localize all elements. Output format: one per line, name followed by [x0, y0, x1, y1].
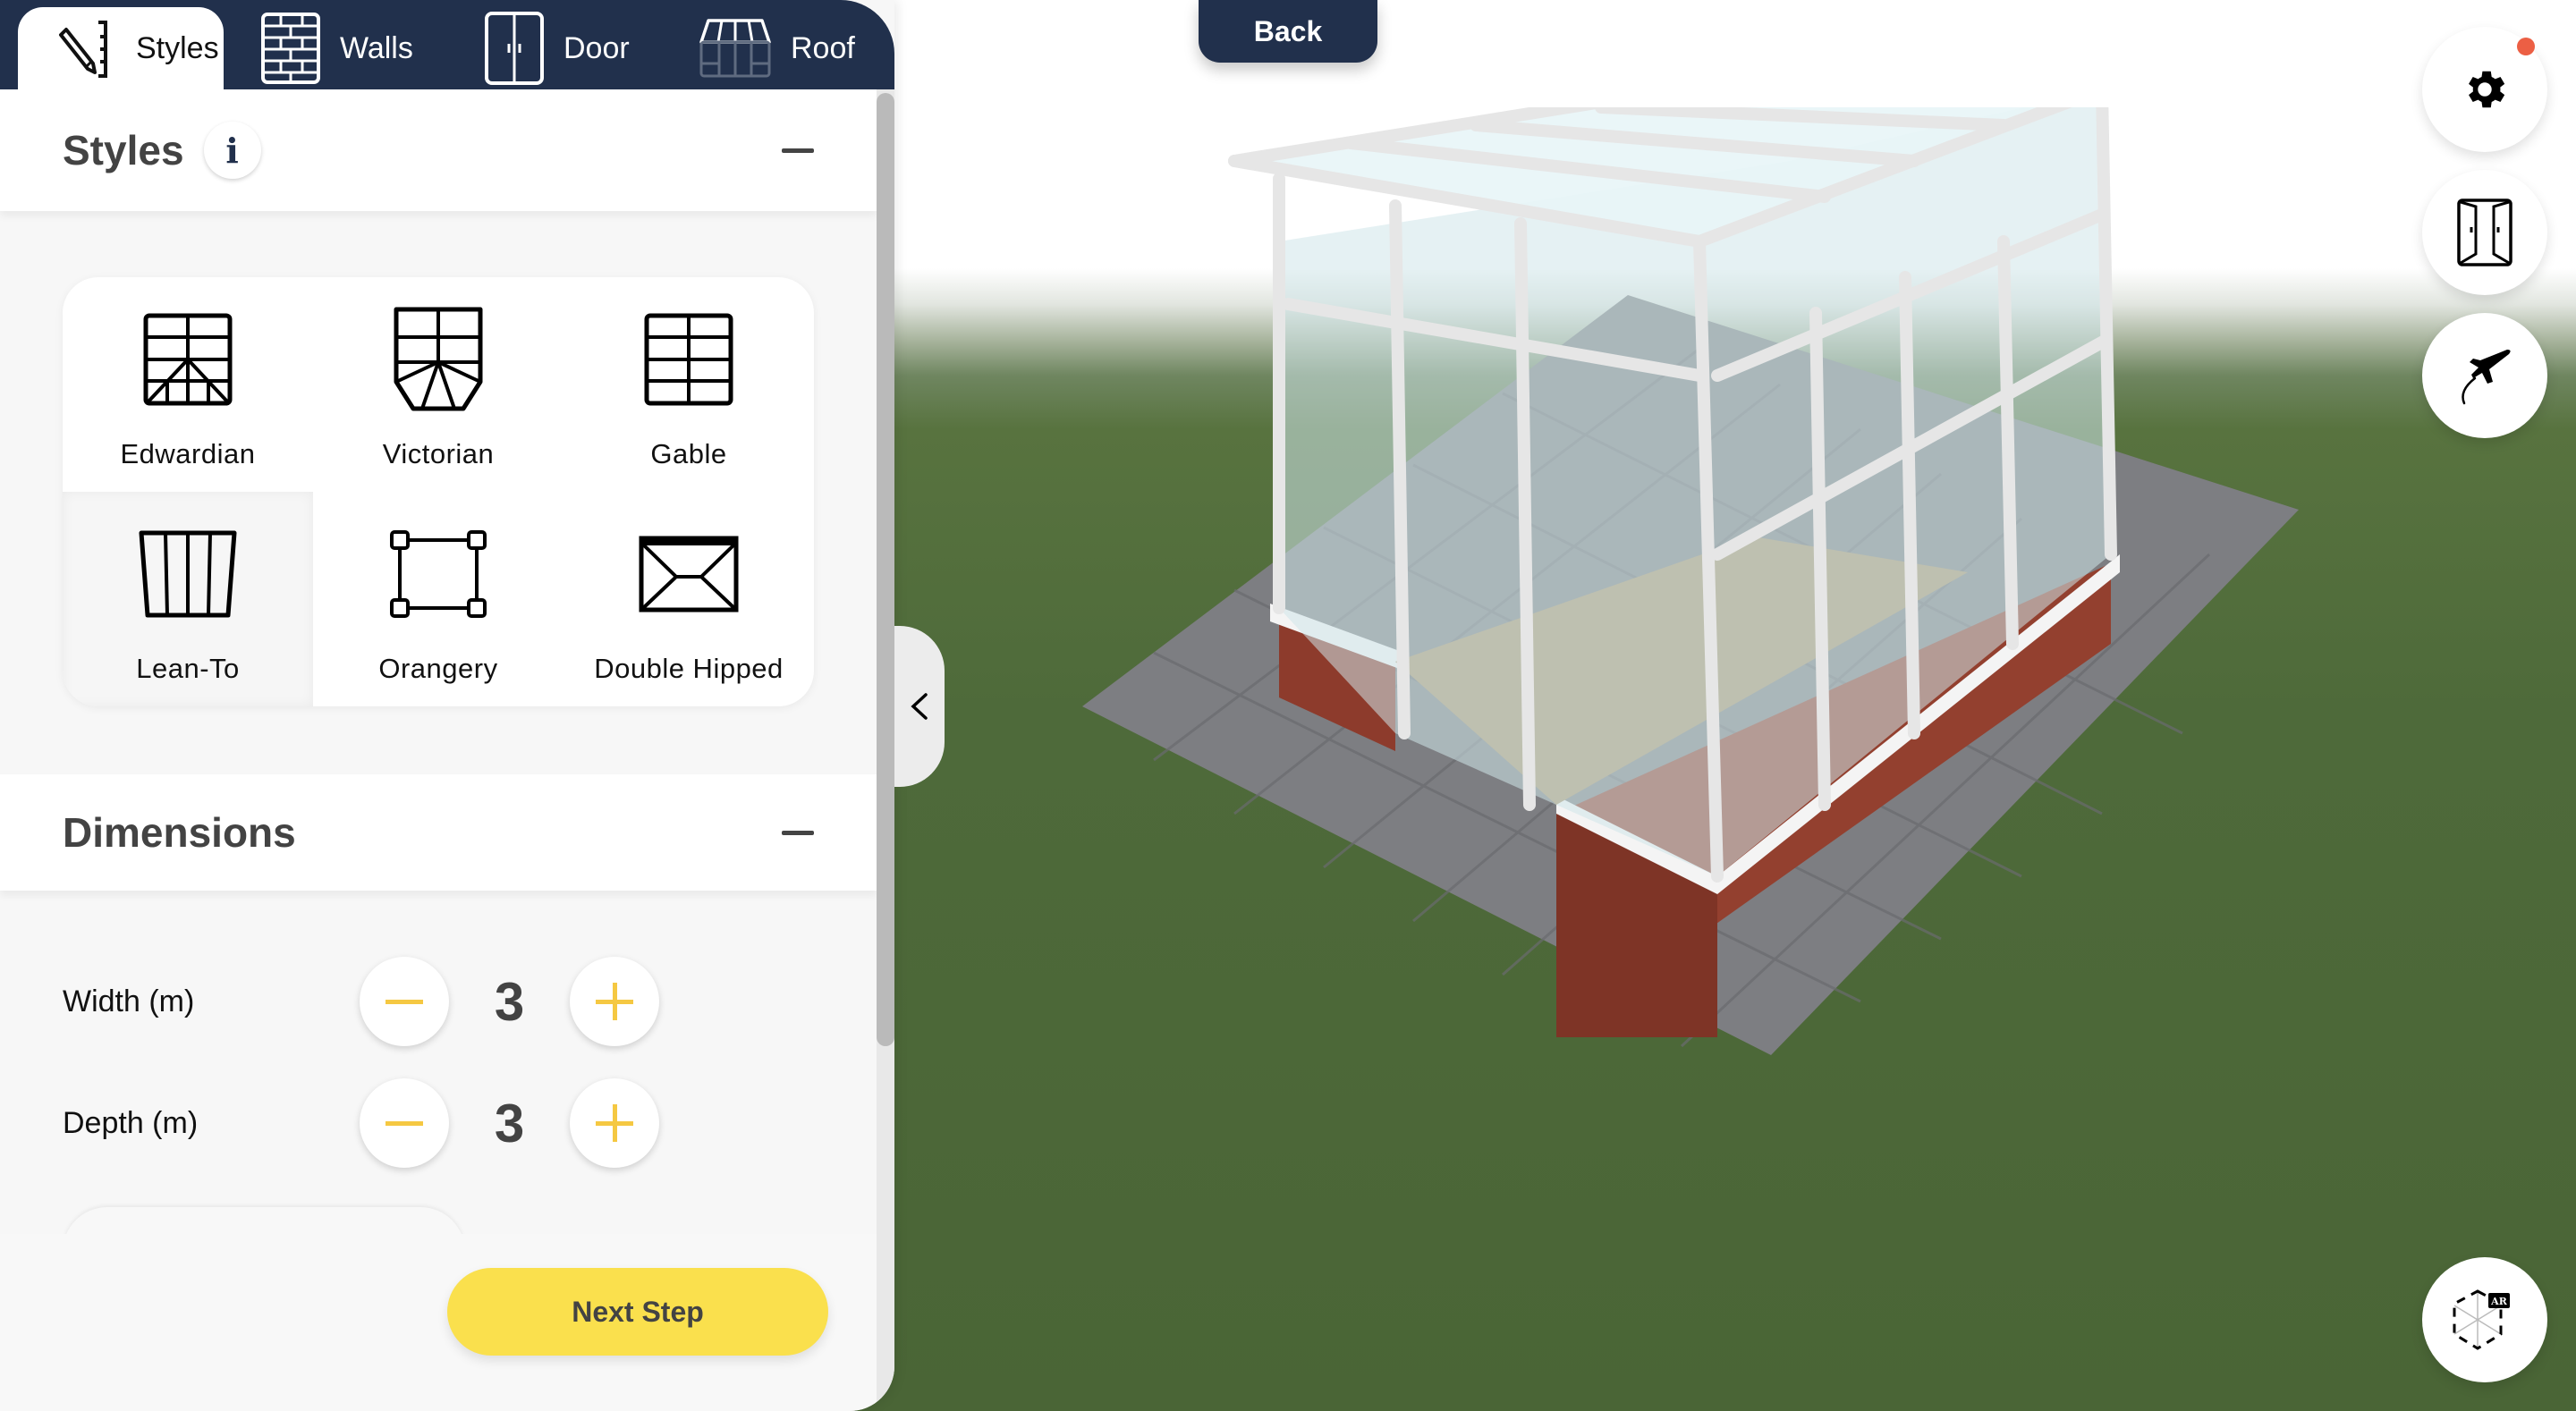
double-hipped-icon [639, 536, 739, 613]
tab-bar: Styles Walls Door Roof [0, 0, 894, 89]
orangery-icon [390, 530, 487, 618]
minus-icon [386, 999, 423, 1004]
depth-label: Depth (m) [63, 1105, 199, 1140]
chevron-left-icon [911, 693, 928, 720]
width-label: Width (m) [63, 984, 195, 1018]
tab-label: Walls [340, 30, 413, 65]
width-stepper: Width (m) 3 [63, 957, 778, 1046]
depth-stepper: Depth (m) 3 [63, 1078, 778, 1168]
fly-mode-button[interactable] [2422, 313, 2547, 438]
styles-section-header: Styles i [0, 89, 877, 211]
section-title: Dimensions [63, 809, 296, 856]
style-label: Victorian [382, 438, 495, 469]
style-option-orangery[interactable]: Orangery [313, 492, 564, 706]
style-option-double-hipped[interactable]: Double Hipped [564, 492, 814, 706]
style-option-gable[interactable]: Gable [564, 277, 814, 492]
conservatory-roof-icon [699, 19, 771, 78]
depth-value: 3 [494, 1093, 525, 1153]
ar-badge: AR [2490, 1296, 2508, 1307]
notification-dot [2517, 38, 2535, 55]
collapse-panel-button[interactable] [894, 626, 945, 787]
style-label: Double Hipped [594, 653, 784, 684]
width-value: 3 [494, 971, 525, 1032]
victorian-icon [394, 307, 483, 411]
tab-label: Roof [791, 30, 855, 65]
back-button[interactable]: Back [1199, 0, 1377, 63]
info-icon: i [225, 130, 239, 171]
tab-styles[interactable]: Styles [18, 7, 224, 89]
gear-icon [2469, 71, 2505, 108]
style-label: Edwardian [120, 438, 256, 469]
style-label: Lean-To [136, 653, 240, 684]
minus-icon [386, 1120, 423, 1126]
open-door-icon [2457, 199, 2512, 266]
style-option-edwardian[interactable]: Edwardian [63, 277, 313, 492]
style-option-lean-to[interactable]: Lean-To [63, 492, 313, 706]
info-button[interactable]: i [203, 122, 261, 179]
collapse-styles-button[interactable] [782, 148, 814, 153]
ar-view-button[interactable]: AR [2422, 1257, 2547, 1382]
section-title: Styles [63, 127, 184, 173]
tab-label: Door [564, 30, 630, 65]
lean-to-icon [139, 530, 237, 618]
scrollbar-thumb[interactable] [877, 93, 894, 1046]
next-step-button[interactable]: Next Step [447, 1268, 828, 1356]
dimensions-section-header: Dimensions [0, 774, 877, 891]
tab-door[interactable]: Door [485, 7, 630, 89]
style-option-victorian[interactable]: Victorian [313, 277, 564, 492]
styles-grid: Edwardian Victorian Gable Lean-To Orange… [63, 277, 814, 706]
pencil-ruler-icon [59, 21, 107, 78]
depth-decrease-button[interactable] [360, 1078, 449, 1168]
brick-wall-icon [261, 13, 320, 84]
edwardian-icon [143, 313, 233, 406]
style-label: Orangery [378, 653, 498, 684]
tab-label: Styles [136, 30, 219, 65]
doors-button[interactable] [2422, 170, 2547, 295]
conservatory-3d-model[interactable] [1055, 107, 2343, 1055]
collapse-dimensions-button[interactable] [782, 830, 814, 835]
tab-walls[interactable]: Walls [261, 7, 413, 89]
width-increase-button[interactable] [570, 957, 659, 1046]
airplane-icon [2462, 350, 2511, 405]
ar-cube-icon: AR [2453, 1289, 2510, 1350]
style-label: Gable [650, 438, 727, 469]
double-door-icon [485, 12, 544, 85]
configuration-panel: Styles Walls Door Roof Styles i Edwardia… [0, 0, 894, 1411]
tab-roof[interactable]: Roof [699, 7, 855, 89]
gable-icon [644, 313, 733, 406]
depth-increase-button[interactable] [570, 1078, 659, 1168]
width-decrease-button[interactable] [360, 957, 449, 1046]
